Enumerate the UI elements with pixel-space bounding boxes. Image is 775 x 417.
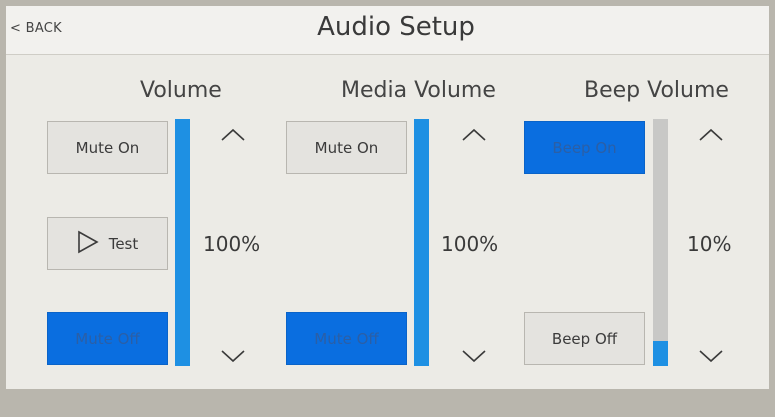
media-level-fill <box>414 119 429 366</box>
volume-mute-on-button[interactable]: Mute On <box>47 121 168 174</box>
media-mute-off-button[interactable]: Mute Off <box>286 312 407 365</box>
test-label: Test <box>108 234 139 253</box>
volume-down-icon[interactable] <box>220 349 246 363</box>
play-icon <box>77 230 99 258</box>
volume-up-icon[interactable] <box>220 128 246 142</box>
media-volume-label: Media Volume <box>341 78 496 103</box>
volume-mute-off-button[interactable]: Mute Off <box>47 312 168 365</box>
volume-percent: 100% <box>203 232 261 256</box>
beep-on-button[interactable]: Beep On <box>524 121 645 174</box>
beep-off-button[interactable]: Beep Off <box>524 312 645 365</box>
media-mute-on-button[interactable]: Mute On <box>286 121 407 174</box>
beep-up-icon[interactable] <box>698 128 724 142</box>
page-title: Audio Setup <box>317 12 475 42</box>
media-level-bar[interactable] <box>414 119 429 366</box>
audio-setup-screen: < BACK Audio Setup Volume Mute On Test M… <box>6 6 769 389</box>
media-up-icon[interactable] <box>461 128 487 142</box>
volume-label: Volume <box>140 78 222 103</box>
volume-level-bar[interactable] <box>175 119 190 366</box>
beep-percent: 10% <box>687 232 732 256</box>
beep-level-fill <box>653 341 668 366</box>
media-percent: 100% <box>441 232 499 256</box>
beep-volume-label: Beep Volume <box>584 78 729 103</box>
volume-test-button[interactable]: Test <box>47 217 168 270</box>
media-down-icon[interactable] <box>461 349 487 363</box>
beep-level-bar[interactable] <box>653 119 668 366</box>
beep-down-icon[interactable] <box>698 349 724 363</box>
header: < BACK Audio Setup <box>6 6 769 55</box>
volume-level-fill <box>175 119 190 366</box>
